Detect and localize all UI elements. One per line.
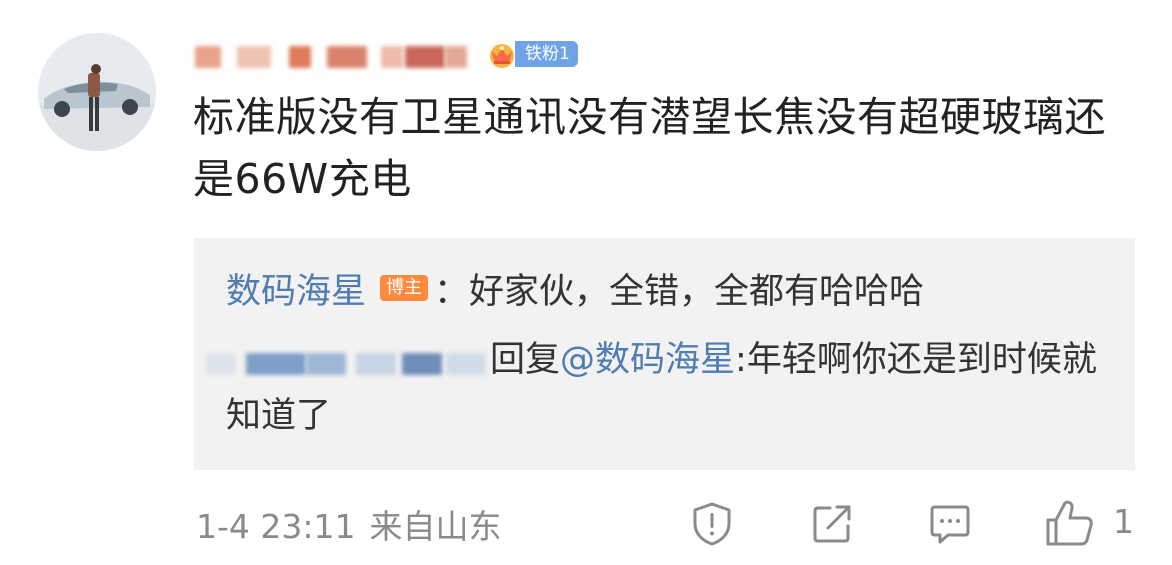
comment-time: 1-4 23:11 [196,507,356,546]
like-icon[interactable] [1044,498,1096,548]
comment-text: 标准版没有卫星通讯没有潜望长焦没有超硬玻璃还是66W充电 [193,93,1106,203]
reply-line: 数码海星 博主 ： 好家伙，全错，全都有哈哈哈 [226,262,924,314]
fan-badge[interactable]: 铁粉1 [483,39,578,69]
avatar[interactable] [38,33,156,151]
sub-reply-prefix: 回复 [490,340,561,380]
fan-badge-label: 铁粉1 [515,41,578,67]
user-row: 用户名 铁粉1 [193,32,578,76]
blogger-badge: 博主 [380,275,429,301]
reply-text: 好家伙，全错，全都有哈哈哈 [469,271,925,312]
sub-reply-mention[interactable]: @数码海星 [560,340,735,380]
report-icon[interactable] [688,500,736,548]
crown-icon [490,44,514,68]
comment-card: 用户名 铁粉1 标准版没有卫星通讯没有潜望长焦没有超硬玻璃还是66W充电 数码海… [0,0,1172,565]
reply-author[interactable]: 数码海星 [226,263,366,314]
share-icon[interactable] [808,500,856,548]
like-count: 1 [1113,502,1134,541]
comment-meta: 1-4 23:11 来自山东 [196,500,502,548]
sub-reply-user-redacted[interactable] [206,341,490,381]
reply-box[interactable]: 数码海星 博主 ： 好家伙，全错，全都有哈哈哈 回复@数码海星:年轻啊你还是到时… [194,238,1135,470]
comment-location: 来自山东 [369,507,502,546]
comment-icon[interactable] [926,500,974,548]
reply-separator: ： [434,271,470,312]
sub-reply: 回复@数码海星:年轻啊你还是到时候就知道了 [206,332,1106,444]
username-redacted[interactable]: 用户名 [193,36,475,72]
